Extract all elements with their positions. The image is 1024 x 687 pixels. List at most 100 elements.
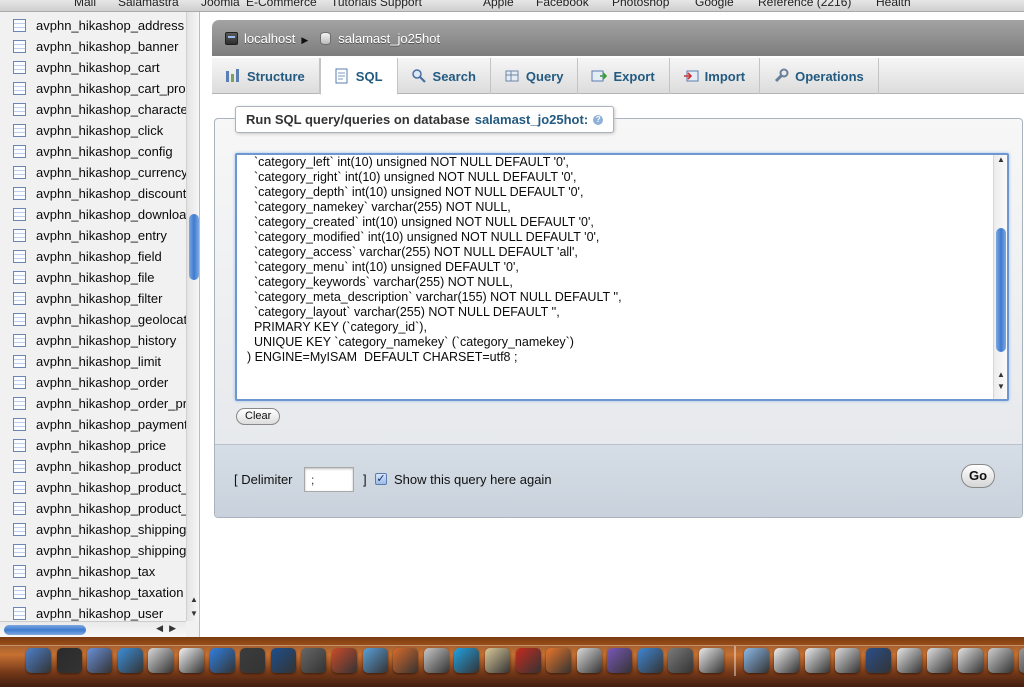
table-icon[interactable] [13, 586, 26, 599]
sidebar-table-item[interactable]: avphn_hikashop_characteristic [0, 99, 186, 120]
sql-line[interactable]: `category_namekey` varchar(255) NOT NULL… [247, 200, 622, 215]
table-icon[interactable] [13, 124, 26, 137]
table-link[interactable]: avphn_hikashop_shipping [36, 543, 186, 558]
table-icon[interactable] [13, 271, 26, 284]
dock-app-icon[interactable] [743, 648, 769, 673]
bookmark-item[interactable]: Tutorials Support [331, 0, 422, 9]
sql-line[interactable]: UNIQUE KEY `category_namekey` (`category… [247, 335, 622, 350]
breadcrumb-server[interactable]: localhost [244, 31, 295, 46]
table-link[interactable]: avphn_hikashop_characteristic [36, 102, 186, 117]
dock-app-icon[interactable] [331, 648, 357, 673]
sidebar-table-item[interactable]: avphn_hikashop_geolocation [0, 309, 186, 330]
sql-line[interactable]: `category_left` int(10) unsigned NOT NUL… [247, 155, 622, 170]
sidebar-table-item[interactable]: avphn_hikashop_field [0, 246, 186, 267]
sidebar-table-item[interactable]: avphn_hikashop_cart_product [0, 78, 186, 99]
dock-app-icon[interactable] [866, 648, 892, 673]
table-icon[interactable] [13, 208, 26, 221]
sql-scroll-up-icon[interactable]: ▲ [994, 155, 1007, 164]
clear-button[interactable]: Clear [236, 408, 281, 425]
dock-app-icon[interactable] [362, 648, 388, 673]
delimiter-input[interactable]: ; [304, 467, 354, 492]
sql-line[interactable]: PRIMARY KEY (`category_id`), [247, 320, 622, 335]
sidebar-table-item[interactable]: avphn_hikashop_currency [0, 162, 186, 183]
dock-app-icon[interactable] [835, 648, 861, 673]
sidebar-table-item[interactable]: avphn_hikashop_taxation [0, 582, 186, 603]
sidebar-table-item[interactable]: avphn_hikashop_shipping [0, 540, 186, 561]
show-query-label[interactable]: Show this query here again [394, 472, 552, 487]
breadcrumb-database[interactable]: salamast_jo25hot [338, 31, 440, 46]
tab-query[interactable]: Query [491, 58, 579, 94]
dock-app-icon[interactable] [87, 648, 113, 673]
table-link[interactable]: avphn_hikashop_product_ [36, 480, 186, 495]
sidebar-table-item[interactable]: avphn_hikashop_filter [0, 288, 186, 309]
sidebar-table-item[interactable]: avphn_hikashop_config [0, 141, 186, 162]
sidebar-table-item[interactable]: avphn_hikashop_click [0, 120, 186, 141]
sidebar-table-item[interactable]: avphn_hikashop_download [0, 204, 186, 225]
table-icon[interactable] [13, 103, 26, 116]
table-icon[interactable] [13, 565, 26, 578]
sql-line[interactable]: `category_keywords` varchar(255) NOT NUL… [247, 275, 622, 290]
dock-app-icon[interactable] [56, 648, 82, 673]
table-link[interactable]: avphn_hikashop_currency [36, 165, 186, 180]
dock-app-icon[interactable] [896, 648, 922, 673]
sidebar-table-item[interactable]: avphn_hikashop_entry [0, 225, 186, 246]
table-link[interactable]: avphn_hikashop_cart [36, 60, 160, 75]
table-link[interactable]: avphn_hikashop_file [36, 270, 155, 285]
dock-app-icon[interactable] [699, 648, 725, 673]
table-link[interactable]: avphn_hikashop_banner [36, 39, 178, 54]
sidebar-table-item[interactable]: avphn_hikashop_tax [0, 561, 186, 582]
sidebar-table-item[interactable]: avphn_hikashop_product [0, 456, 186, 477]
table-icon[interactable] [13, 607, 26, 620]
table-icon[interactable] [13, 229, 26, 242]
bookmark-item[interactable]: Reference (2216) [758, 0, 851, 9]
dock-app-icon[interactable] [301, 648, 327, 673]
sidebar-table-item[interactable]: avphn_hikashop_shipping [0, 519, 186, 540]
sidebar-table-item[interactable]: avphn_hikashop_file [0, 267, 186, 288]
export-icon[interactable] [591, 68, 608, 84]
sql-textarea-scrollbar[interactable]: ▲ ▲ ▼ [993, 155, 1007, 399]
dock-app-icon[interactable] [178, 648, 204, 673]
table-icon[interactable] [13, 397, 26, 410]
dock-app-icon[interactable] [454, 648, 480, 673]
dock-app-icon[interactable] [546, 648, 572, 673]
dock-app-icon[interactable] [423, 648, 449, 673]
table-link[interactable]: avphn_hikashop_price [36, 438, 166, 453]
table-link[interactable]: avphn_hikashop_tax [36, 564, 155, 579]
sql-scroll-thumb[interactable] [996, 228, 1006, 352]
bookmark-item[interactable]: Joomla [201, 0, 240, 9]
sql-query-text[interactable]: `category_left` int(10) unsigned NOT NUL… [247, 155, 622, 365]
bookmark-item[interactable]: Photoshop [612, 0, 669, 9]
table-link[interactable]: avphn_hikashop_cart_product [36, 81, 186, 96]
dock-app-icon[interactable] [774, 648, 800, 673]
sql-line[interactable]: `category_layout` varchar(255) NOT NULL … [247, 305, 622, 320]
tab-label[interactable]: Query [526, 69, 564, 84]
tab-structure[interactable]: Structure [212, 58, 320, 94]
sql-line[interactable]: `category_meta_description` varchar(155)… [247, 290, 622, 305]
table-icon[interactable] [13, 544, 26, 557]
navigation-horizontal-scrollbar[interactable]: ◀▶ [0, 621, 186, 637]
table-icon[interactable] [13, 61, 26, 74]
navigation-vertical-scrollbar[interactable]: ▲ ▼ [186, 12, 199, 621]
table-icon[interactable] [13, 439, 26, 452]
search-icon[interactable] [411, 68, 427, 84]
sql-line[interactable]: `category_modified` int(10) unsigned NOT… [247, 230, 622, 245]
scroll-down-arrow-icon[interactable]: ▼ [187, 607, 199, 621]
dock-app-icon[interactable] [957, 648, 983, 673]
tab-sql[interactable]: SQL [319, 58, 398, 95]
dock-app-icon[interactable] [607, 648, 633, 673]
navigation-scroll-thumb[interactable] [189, 214, 199, 280]
dock-app-icon[interactable] [1019, 648, 1024, 673]
tab-export[interactable]: Export [578, 58, 670, 94]
table-link[interactable]: avphn_hikashop_history [36, 333, 176, 348]
sidebar-table-item[interactable]: avphn_hikashop_limit [0, 351, 186, 372]
tab-label[interactable]: Operations [795, 69, 864, 84]
dock-app-icon[interactable] [240, 648, 266, 673]
tab-operations[interactable]: Operations [760, 58, 879, 94]
bookmark-item[interactable]: Health [876, 0, 911, 9]
sql-scroll-arrows-icon[interactable]: ▲ ▼ [994, 369, 1007, 393]
tab-search[interactable]: Search [398, 58, 491, 94]
sql-line[interactable]: `category_access` varchar(255) NOT NULL … [247, 245, 622, 260]
sidebar-table-item[interactable]: avphn_hikashop_order_product [0, 393, 186, 414]
sql-icon[interactable] [334, 68, 350, 84]
table-icon[interactable] [13, 481, 26, 494]
